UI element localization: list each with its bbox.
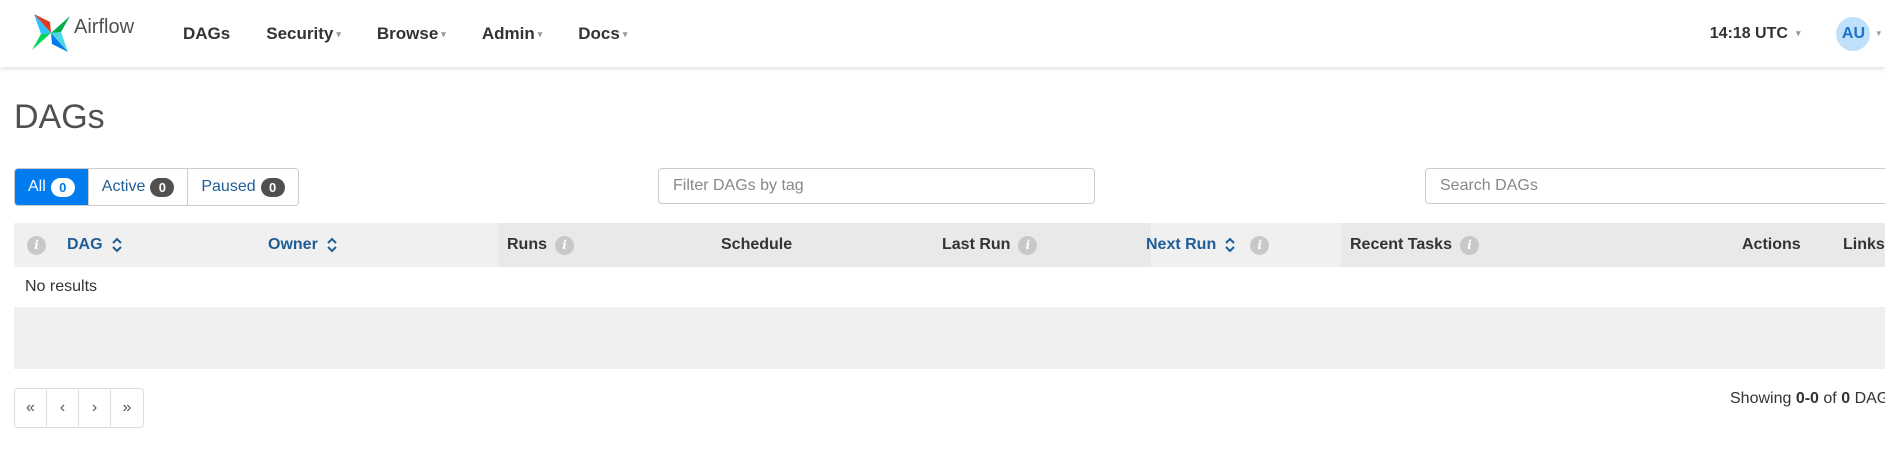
pagination: « ‹ › » <box>14 388 144 428</box>
col-next-run[interactable]: Next Run i <box>1146 223 1270 267</box>
caret-down-icon[interactable]: ▾ <box>1876 28 1881 39</box>
sort-icon <box>327 237 337 253</box>
count-badge: 0 <box>260 177 285 197</box>
page-title: DAGs <box>14 98 105 136</box>
tag-filter-input[interactable] <box>658 168 1095 204</box>
showing-summary: Showing 0-0 of 0 DAGs <box>1730 390 1885 408</box>
filter-all-button[interactable]: All 0 <box>15 169 89 205</box>
search-dags-input[interactable] <box>1425 168 1885 204</box>
info-icon[interactable]: i <box>1459 235 1479 255</box>
nav-security-label: Security <box>266 23 334 43</box>
info-icon[interactable]: i <box>1018 235 1038 255</box>
table-footer-area <box>14 307 1885 369</box>
count-badge: 0 <box>50 177 75 197</box>
sort-icon <box>111 237 122 253</box>
brand-link[interactable]: Airflow <box>30 8 134 58</box>
showing-of: of <box>1823 390 1837 407</box>
brand-name: Airflow <box>74 15 135 38</box>
col-schedule-label: Schedule <box>721 236 793 253</box>
showing-total: 0 <box>1841 390 1851 407</box>
caret-down-icon: ▾ <box>441 29 446 39</box>
showing-range: 0-0 <box>1795 390 1819 407</box>
col-runs: Runs i <box>507 223 574 267</box>
col-actions: Actions <box>1742 223 1801 267</box>
prev-page-button[interactable]: ‹ <box>47 389 79 427</box>
col-dag-label: DAG <box>67 236 103 253</box>
col-runs-label: Runs <box>507 236 547 253</box>
col-owner-label: Owner <box>268 236 318 253</box>
next-page-button[interactable]: › <box>79 389 111 427</box>
navbar: Airflow DAGs Security ▾ Browse ▾ Admin ▾ Do… <box>0 0 1885 67</box>
filter-paused-button[interactable]: Paused 0 <box>188 169 298 205</box>
col-links: Links <box>1843 223 1885 267</box>
col-next-run-label: Next Run <box>1146 236 1217 253</box>
info-icon[interactable]: i <box>1250 235 1270 255</box>
caret-down-icon: ▾ <box>336 29 341 39</box>
info-icon[interactable]: i <box>27 235 46 255</box>
col-recent-tasks-label: Recent Tasks <box>1350 236 1452 253</box>
count-badge: 0 <box>150 177 175 197</box>
select-info-cell: i <box>27 223 46 267</box>
timezone-clock[interactable]: 14:18 UTC ▾ <box>1710 25 1801 43</box>
caret-down-icon: ▾ <box>622 29 628 39</box>
airflow-logo-icon <box>32 14 70 52</box>
sort-icon <box>1225 237 1235 253</box>
empty-row: No results <box>14 267 1885 307</box>
nav-dags[interactable]: DAGs <box>165 24 248 44</box>
nav-right: 14:18 UTC ▾ AU ▾ <box>1710 0 1885 67</box>
col-dag[interactable]: DAG <box>67 223 123 267</box>
last-page-button[interactable]: » <box>111 389 143 427</box>
caret-down-icon: ▾ <box>1795 28 1801 38</box>
header-shade <box>498 223 1151 267</box>
no-results-text: No results <box>25 278 98 295</box>
filter-paused-label: Paused <box>201 178 256 195</box>
filter-active-button[interactable]: Active 0 <box>88 169 189 205</box>
col-links-label: Links <box>1843 236 1885 253</box>
status-filter-group: All 0 Active 0 Paused 0 <box>14 168 299 206</box>
nav-browse[interactable]: Browse ▾ <box>359 24 464 44</box>
main-nav: DAGs Security ▾ Browse ▾ Admin ▾ Docs ▾ <box>165 0 645 67</box>
col-actions-label: Actions <box>1742 236 1801 253</box>
nav-docs[interactable]: Docs ▾ <box>560 24 645 44</box>
nav-browse-label: Browse <box>376 23 439 43</box>
filter-all-label: All <box>28 178 46 195</box>
dags-table: i DAG Owner Runs i Schedule Last Run i N… <box>14 223 1885 369</box>
col-schedule: Schedule <box>721 223 792 267</box>
col-owner[interactable]: Owner <box>268 223 338 267</box>
nav-security[interactable]: Security ▾ <box>248 24 359 44</box>
caret-down-icon: ▾ <box>537 29 543 39</box>
nav-admin[interactable]: Admin ▾ <box>464 24 560 44</box>
col-last-run: Last Run i <box>942 223 1038 267</box>
nav-admin-label: Admin <box>481 23 535 43</box>
info-icon[interactable]: i <box>555 235 574 255</box>
showing-prefix: Showing <box>1730 390 1792 407</box>
nav-docs-label: Docs <box>578 23 620 43</box>
filter-active-label: Active <box>101 178 146 195</box>
nav-dags-label: DAGs <box>183 23 231 43</box>
clock-time: 14:18 UTC <box>1709 24 1788 42</box>
showing-unit: DAGs <box>1854 390 1885 407</box>
user-avatar[interactable]: AU <box>1836 16 1871 51</box>
col-recent-tasks: Recent Tasks i <box>1350 223 1479 267</box>
first-page-button[interactable]: « <box>15 389 47 427</box>
col-last-run-label: Last Run <box>942 236 1011 253</box>
table-header: i DAG Owner Runs i Schedule Last Run i N… <box>14 223 1885 267</box>
